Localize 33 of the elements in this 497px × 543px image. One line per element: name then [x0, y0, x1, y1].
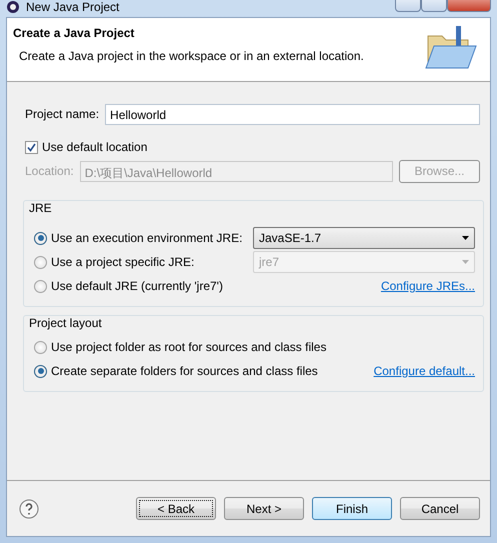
help-icon[interactable]: [19, 498, 39, 518]
caret-icon: [462, 260, 469, 264]
dialog-button[interactable]: Finish: [312, 497, 392, 520]
group-title: JRE: [29, 201, 52, 215]
checkbox[interactable]: [25, 140, 38, 154]
dialog-button[interactable]: < Back: [136, 497, 216, 520]
dialog-button[interactable]: Cancel: [400, 497, 480, 520]
configure-link[interactable]: Configure JREs...: [380, 279, 475, 293]
option-label: Use an execution environment JRE:: [51, 231, 242, 245]
option-label: Use default JRE (currently 'jre7'): [51, 279, 223, 293]
configure-link[interactable]: Configure default...: [374, 364, 475, 378]
jre-dropdown[interactable]: JavaSE-1.7: [253, 227, 475, 249]
dialog-button[interactable]: Next >: [224, 497, 304, 520]
group-title: Project layout: [29, 316, 102, 330]
checkbox-label: Use default location: [42, 140, 148, 154]
page-title: Create a Java Project: [13, 26, 136, 40]
radio-button[interactable]: [34, 364, 47, 378]
page-description: Create a Java project in the workspace or in an external location.: [19, 49, 364, 63]
app-icon: [6, 0, 20, 14]
window-title: New Java Project: [26, 0, 120, 14]
close-button[interactable]: [447, 0, 491, 12]
maximize-button[interactable]: [421, 0, 447, 12]
radio-button[interactable]: [34, 232, 47, 244]
field-label: Location:: [25, 164, 74, 178]
radio-button[interactable]: [34, 340, 47, 354]
caret-icon: [462, 236, 469, 240]
radio-button[interactable]: [34, 280, 47, 292]
option-label: Use a project specific JRE:: [51, 255, 194, 269]
minimize-button[interactable]: [395, 0, 421, 12]
option-label: Use project folder as root for sources and class files: [51, 340, 326, 354]
project-name-field[interactable]: Helloworld: [105, 104, 480, 124]
field-label: Project name:: [25, 107, 100, 121]
option-label: Create separate folders for sources and class files: [51, 364, 318, 378]
